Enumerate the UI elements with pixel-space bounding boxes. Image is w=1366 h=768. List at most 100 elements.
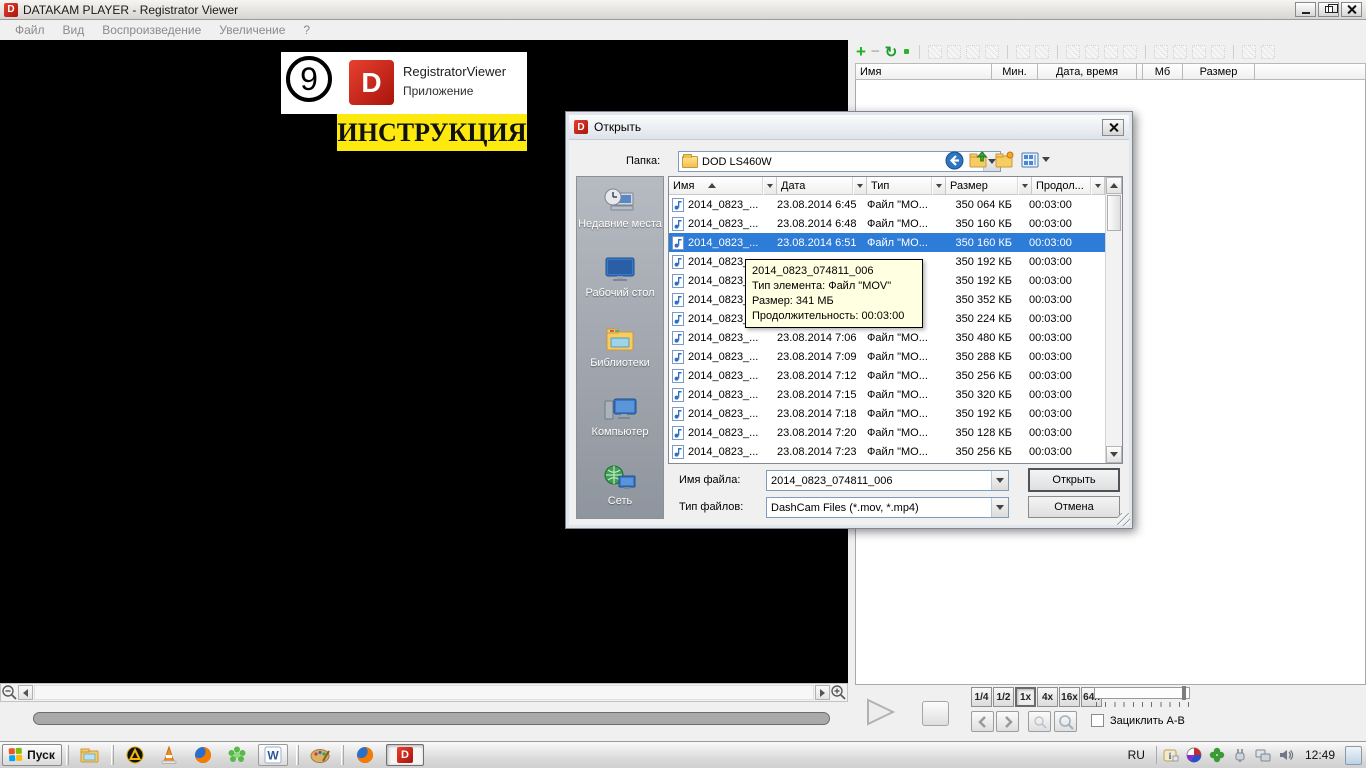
dialog-column-headers: Имя Дата Тип Размер Продол... [669,177,1105,195]
column-header-duration[interactable]: Продол... [1032,177,1091,195]
language-indicator[interactable]: RU [1123,746,1150,764]
zoom-out-icon[interactable] [1,684,18,701]
open-button[interactable]: Открыть [1028,468,1120,492]
zoom-out-button[interactable] [1028,711,1051,732]
zoom-in-icon[interactable] [830,684,847,701]
sidebar-item-libraries[interactable]: Библиотеки [577,326,663,370]
resize-grip[interactable] [1117,513,1130,526]
timeline-seekbar[interactable] [33,712,830,725]
scrollbar-track[interactable] [1106,232,1122,446]
zoom-in-button[interactable] [1054,711,1077,732]
up-one-level-button[interactable] [969,150,989,170]
scroll-track[interactable] [34,685,814,700]
menu-playback[interactable]: Воспроизведение [93,21,210,39]
column-header-name[interactable]: Имя [669,177,763,195]
column-name[interactable]: Имя [855,63,992,80]
firefox-icon[interactable] [192,744,214,766]
column-header-size[interactable]: Размер [946,177,1018,195]
file-type-dropdown-button[interactable] [991,498,1008,517]
sidebar-item-network[interactable]: Сеть [577,464,663,508]
speed-button[interactable]: 4x [1037,687,1058,707]
file-name-dropdown-button[interactable] [991,471,1008,490]
show-desktop-button[interactable] [1345,746,1362,765]
add-icon[interactable]: + [856,45,866,59]
close-button[interactable] [1341,2,1362,17]
new-folder-button[interactable] [995,150,1015,170]
stop-button[interactable] [922,701,949,726]
file-name-combobox[interactable]: 2014_0823_074811_006 [766,470,1009,491]
step-back-button[interactable] [971,711,994,732]
file-row[interactable]: 2014_0823_... 23.08.2014 7:20 Файл "МО..… [669,423,1105,442]
paint-icon[interactable] [309,744,331,766]
file-row[interactable]: 2014_0823_... 23.08.2014 7:06 Файл "МО..… [669,328,1105,347]
file-row[interactable]: 2014_0823_... 23.08.2014 7:18 Файл "МО..… [669,404,1105,423]
volume-tray-icon[interactable] [1278,747,1295,764]
dialog-title-bar[interactable]: D Открыть [569,115,1129,140]
menu-help[interactable]: ? [294,21,319,39]
clock[interactable]: 12:49 [1305,748,1335,762]
sidebar-item-computer[interactable]: Компьютер [577,395,663,439]
cancel-button[interactable]: Отмена [1028,496,1120,518]
antivirus-tray-icon[interactable] [1186,747,1203,764]
clover-tray-icon[interactable] [1209,747,1226,764]
refresh-icon[interactable]: ↻ [885,43,898,61]
file-row[interactable]: 2014_0823_... 23.08.2014 7:09 Файл "МО..… [669,347,1105,366]
slider-thumb[interactable] [1182,686,1186,700]
minimize-button[interactable] [1295,2,1316,17]
column-min[interactable]: Мин. [992,63,1038,80]
column-header-type[interactable]: Тип [867,177,932,195]
restore-button[interactable] [1318,2,1339,17]
app-a-icon[interactable] [124,744,146,766]
back-button[interactable] [944,150,964,170]
firefox-icon[interactable] [354,744,376,766]
file-row[interactable]: 2014_0823_... 23.08.2014 6:45 Файл "МО..… [669,195,1105,214]
remove-icon[interactable]: − [871,43,880,60]
scroll-left-button[interactable] [18,685,33,700]
position-slider[interactable] [1094,687,1190,699]
scrollbar-thumb[interactable] [1107,195,1121,231]
column-filter-button[interactable] [763,177,777,195]
column-filter-button[interactable] [1018,177,1032,195]
column-size[interactable]: Размер [1183,63,1255,80]
speed-button[interactable]: 1/2 [993,687,1014,707]
file-row[interactable]: 2014_0823_... 23.08.2014 6:51 Файл "МО..… [669,233,1105,252]
loop-ab-checkbox[interactable] [1091,714,1104,727]
file-type-combobox[interactable]: DashCam Files (*.mov, *.mp4) [766,497,1009,518]
column-filter-button[interactable] [1091,177,1105,195]
vlc-icon[interactable] [158,744,180,766]
play-button[interactable] [864,697,898,727]
column-header-date[interactable]: Дата [777,177,853,195]
power-tray-icon[interactable] [1232,747,1249,764]
explorer-icon[interactable] [79,744,101,766]
sidebar-item-recent[interactable]: Недавние места [577,185,663,231]
start-button[interactable]: Пуск [2,744,62,766]
menu-file[interactable]: Файл [6,21,54,39]
file-row[interactable]: 2014_0823_... 23.08.2014 7:12 Файл "МО..… [669,366,1105,385]
speed-button[interactable]: 1/4 [971,687,992,707]
libraries-icon [603,326,637,354]
views-dropdown-arrow[interactable] [1042,157,1050,162]
file-row[interactable]: 2014_0823_... 23.08.2014 7:15 Файл "МО..… [669,385,1105,404]
file-row[interactable]: 2014_0823_... 23.08.2014 6:48 Файл "МО..… [669,214,1105,233]
column-mb[interactable]: Мб [1143,63,1183,80]
info-tray-icon[interactable]: i [1163,747,1180,764]
speed-button[interactable]: 1x [1015,687,1036,707]
scroll-up-button[interactable] [1106,177,1122,194]
speed-button[interactable]: 16x [1059,687,1080,707]
dialog-close-button[interactable] [1102,119,1124,136]
column-filter-button[interactable] [853,177,867,195]
column-datetime[interactable]: Дата, время [1038,63,1137,80]
views-button[interactable] [1020,150,1040,170]
scroll-down-button[interactable] [1106,446,1122,463]
datakam-taskbar-button[interactable]: D [386,744,424,766]
column-filter-button[interactable] [932,177,946,195]
sidebar-item-desktop[interactable]: Рабочий стол [577,256,663,300]
menu-view[interactable]: Вид [54,21,94,39]
scroll-right-button[interactable] [815,685,830,700]
menu-zoom[interactable]: Увеличение [210,21,294,39]
file-row[interactable]: 2014_0823_... 23.08.2014 7:23 Файл "МО..… [669,442,1105,461]
step-forward-button[interactable] [996,711,1019,732]
word-taskbar-button[interactable]: W [258,744,288,766]
network-tray-icon[interactable] [1255,747,1272,764]
icq-icon[interactable] [226,744,248,766]
